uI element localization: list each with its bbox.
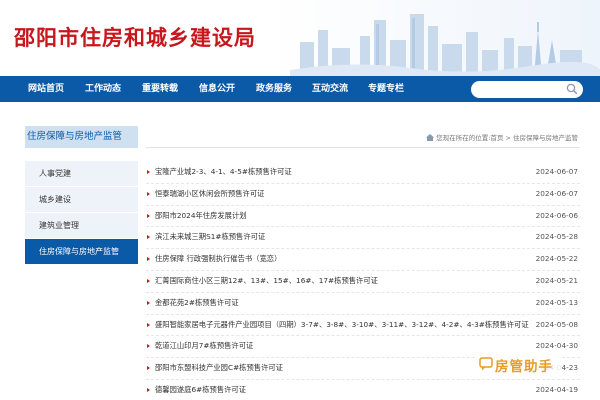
article-title-link[interactable]: 滨江未来城三期S1#栋预售许可证 [155,232,265,242]
breadcrumb-prefix: 您现在所在的位置: [436,134,491,142]
sidebar-item-housing-security[interactable]: 住房保障与房地产监管 [25,239,138,265]
bullet-arrow-icon [147,322,150,327]
home-icon [426,134,435,141]
nav-item-interaction[interactable]: 互动交流 [312,76,348,102]
nav-item-work-news[interactable]: 工作动态 [85,76,121,102]
watermark-badge: 房管助手 [476,354,562,375]
content-header: 您现在所在的位置:首页 > 住房保障与房地产监管 [146,128,580,148]
search-icon[interactable] [566,83,578,95]
article-title-link[interactable]: 盛阳智能家居电子元器件产业园项目（四期）3-7#、3-8#、3-10#、3-11… [155,320,529,330]
article-title-link[interactable]: 乾道江山印月7#栋预售许可证 [155,341,253,351]
nav-item-gov-services[interactable]: 政务服务 [256,76,292,102]
article-title-link[interactable]: 宝隆产业城2-3、4-1、4-5#栋预售许可证 [155,167,292,177]
article-row[interactable]: 恒泰瑞湖小区休闲会所预售许可证 2024-06-07 [146,184,580,206]
breadcrumb-current: 住房保障与房地产监管 [513,134,578,142]
article-row[interactable]: 汇菁国际商住小区三期12#、13#、15#、16#、17#栋预售许可证 2024-… [146,271,580,293]
article-date: 2024-04-30 [535,341,578,351]
bullet-arrow-icon [147,170,150,174]
article-date: 2024-04-19 [535,384,578,394]
article-date: 2024-05-08 [535,319,578,329]
sidebar-title: 住房保障与房地产监管 [25,126,138,148]
chat-bubble-icon [479,357,493,371]
bullet-arrow-icon [147,235,150,240]
article-title-link[interactable]: 德馨园遂庭6#栋预售许可证 [155,385,246,395]
site-title[interactable]: 邵阳市住房和城乡建设局 [14,22,256,52]
article-row[interactable]: 德馨园遂庭6#栋预售许可证 2024-04-19 [146,380,580,400]
bullet-arrow-icon [147,213,150,218]
bullet-arrow-icon [147,278,150,283]
watermark-text: 房管助手 [495,359,553,375]
bullet-arrow-icon [147,257,150,262]
breadcrumb: 您现在所在的位置:首页 > 住房保障与房地产监管 [426,132,578,142]
breadcrumb-separator: > [503,134,513,142]
sidebar-item-construction-management[interactable]: 建筑业管理 [25,213,138,239]
article-row[interactable]: 宝隆产业城2-3、4-1、4-5#栋预售许可证 2024-06-07 [146,162,580,184]
article-title-link[interactable]: 住房保障 行政强制执行催告书（宽恋） [155,254,281,264]
sidebar-menu: 人事党建 城乡建设 建筑业管理 住房保障与房地产监管 [25,161,138,265]
nav-item-home[interactable]: 网站首页 [28,76,64,102]
article-row[interactable]: 盛阳智能家居电子元器件产业园项目（四期）3-7#、3-8#、3-10#、3-11… [146,315,580,337]
article-row[interactable]: 金都花苑2#栋预售许可证 2024-05-13 [146,293,580,315]
article-date: 2024-05-21 [535,275,578,285]
article-title-link[interactable]: 汇菁国际商住小区三期12#、13#、15#、16#、17#栋预售许可证 [155,276,378,286]
bullet-arrow-icon [147,300,150,305]
article-row[interactable]: 住房保障 行政强制执行催告书（宽恋） 2024-05-22 [146,249,580,271]
site-header: 邵阳市住房和城乡建设局 [0,0,600,76]
breadcrumb-home-link[interactable]: 首页 [490,134,503,142]
main-nav: 网站首页 工作动态 重要转载 信息公开 政务服务 互动交流 专题专栏 [0,76,600,102]
article-title-link[interactable]: 金都花苑2#栋预售许可证 [155,298,239,308]
nav-item-special-topics[interactable]: 专题专栏 [368,76,404,102]
sidebar-item-party-building[interactable]: 人事党建 [25,161,138,187]
nav-item-reposts[interactable]: 重要转载 [142,76,178,102]
article-date: 2024-05-22 [535,254,578,264]
article-date: 2024-06-06 [535,210,578,220]
article-title-link[interactable]: 恒泰瑞湖小区休闲会所预售许可证 [155,189,264,199]
nav-item-info-disclosure[interactable]: 信息公开 [199,76,235,102]
bullet-arrow-icon [147,191,150,196]
search-input[interactable] [471,81,583,98]
article-title-link[interactable]: 邵阳市东盟科技产业园C#栋预售许可证 [155,363,283,373]
city-skyline-banner [290,14,600,76]
article-row[interactable]: 邵阳市2024年住房发展计划 2024-06-06 [146,206,580,228]
article-row[interactable]: 滨江未来城三期S1#栋预售许可证 2024-05-28 [146,227,580,250]
article-date: 2024-05-13 [535,297,578,307]
article-title-link[interactable]: 邵阳市2024年住房发展计划 [155,211,247,221]
article-date: 2024-05-28 [535,232,578,242]
bullet-arrow-icon [147,344,150,349]
bullet-arrow-icon [147,366,150,371]
article-date: 2024-06-07 [535,167,578,176]
article-date: 2024-06-07 [535,188,578,198]
sidebar-item-urban-rural-construction[interactable]: 城乡建设 [25,187,138,213]
bullet-arrow-icon [147,387,150,392]
